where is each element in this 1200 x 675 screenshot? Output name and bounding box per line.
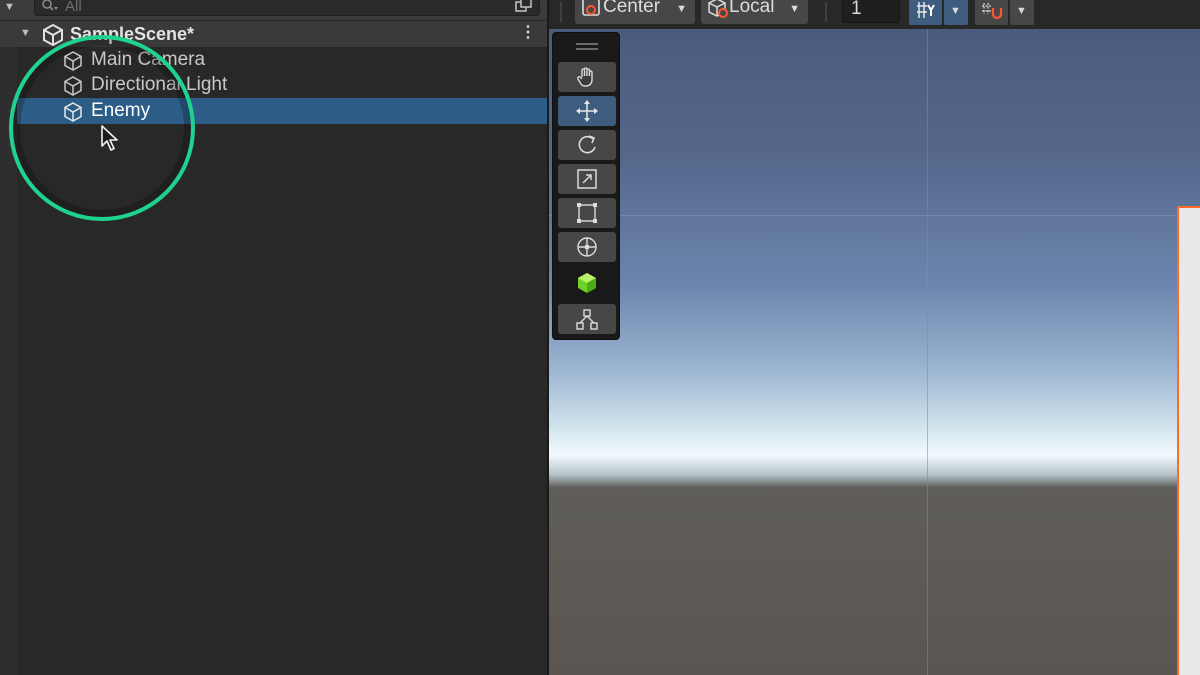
hierarchy-gutter: [0, 47, 18, 675]
hierarchy-item-enemy[interactable]: Enemy: [17, 98, 547, 124]
scale-tool-button[interactable]: [558, 164, 616, 194]
handle-rotation-label: Local: [729, 0, 775, 17]
local-cube-icon: [707, 0, 729, 24]
rotate-tool-button[interactable]: [558, 130, 616, 160]
scene-foldout-icon[interactable]: ▼: [20, 27, 31, 39]
snap-magnet-icon: [982, 3, 1003, 20]
hierarchy-item-label: Main Camera: [91, 49, 206, 70]
handle-rotation-dropdown[interactable]: Local ▼: [701, 0, 808, 24]
more-options-icon[interactable]: ⋮: [520, 25, 536, 41]
scene-visibility-icon[interactable]: [515, 0, 533, 18]
chevron-down-icon: ▼: [950, 5, 961, 17]
grid-options-dropdown[interactable]: ▼: [944, 0, 968, 25]
toolbar-separator: [825, 2, 827, 22]
hierarchy-item-label: Directional Light: [91, 74, 228, 95]
scene-root-row[interactable]: ▼ SampleScene* ⋮: [0, 21, 547, 47]
scale-icon: [577, 169, 597, 189]
create-dropdown-arrow-icon[interactable]: ▼: [4, 1, 15, 13]
pivot-center-icon: [581, 0, 601, 22]
hierarchy-panel: ▼ All ▼ SampleScene* ⋮ Main Camera Direc…: [0, 0, 549, 675]
chevron-down-icon: ▼: [789, 3, 800, 15]
snap-increment-value: 1: [851, 0, 862, 19]
hand-tool-button[interactable]: [558, 62, 616, 92]
mouse-cursor-icon: [100, 124, 120, 157]
pivot-mode-label: Center: [603, 0, 661, 17]
tree-nodes-icon: [576, 309, 598, 330]
toolbar-separator: [560, 2, 562, 22]
rect-tool-button[interactable]: [558, 198, 616, 228]
move-tool-button[interactable]: [558, 96, 616, 126]
pivot-mode-dropdown[interactable]: Center ▼: [575, 0, 695, 24]
rotate-icon: [578, 135, 596, 154]
selected-enemy-object[interactable]: [1177, 206, 1200, 675]
snap-increment-field[interactable]: 1: [842, 0, 900, 23]
hierarchy-item-directional-light[interactable]: Directional Light: [17, 72, 547, 98]
hierarchy-search-input[interactable]: All: [34, 0, 540, 16]
search-placeholder: All: [65, 0, 82, 15]
hierarchy-item-label: Enemy: [91, 100, 151, 121]
scene-name: SampleScene*: [70, 24, 195, 44]
custom-tool-button[interactable]: [558, 268, 616, 298]
chevron-down-icon: ▼: [676, 3, 687, 15]
move-arrows-icon: [576, 100, 598, 122]
world-grid-line: [549, 215, 1200, 216]
tools-overlay: [552, 32, 620, 340]
chevron-down-icon: ▼: [1016, 5, 1027, 17]
search-icon: [41, 0, 59, 17]
component-tool-button[interactable]: [558, 304, 616, 334]
grid-icon: [917, 2, 935, 18]
transform-icon: [577, 237, 597, 257]
gameobject-cube-icon: [62, 101, 84, 128]
overlay-drag-handle[interactable]: [576, 43, 598, 50]
hierarchy-toolbar: ▼ All: [0, 0, 547, 20]
hand-icon: [577, 67, 593, 87]
world-axis-line: [927, 29, 928, 675]
transform-tool-button[interactable]: [558, 232, 616, 262]
grid-visibility-button[interactable]: [909, 0, 942, 25]
green-cube-icon: [578, 273, 596, 293]
scene-viewport[interactable]: [549, 29, 1200, 675]
snap-toggle-button[interactable]: [975, 0, 1008, 25]
snap-options-dropdown[interactable]: ▼: [1010, 0, 1034, 25]
hierarchy-item-main-camera[interactable]: Main Camera: [17, 47, 547, 73]
rect-transform-icon: [577, 203, 597, 223]
